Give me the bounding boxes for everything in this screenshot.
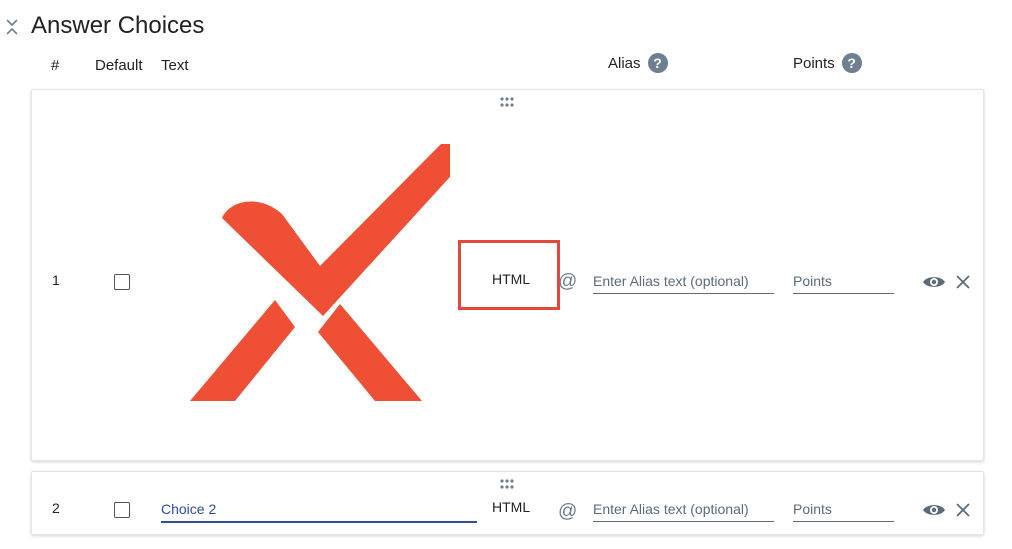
choice-number: 1 [52, 272, 60, 288]
points-help-icon[interactable]: ? [841, 52, 862, 73]
at-icon: @ [558, 271, 578, 292]
html-toggle-label[interactable]: HTML [492, 271, 530, 287]
choice-number: 2 [52, 500, 60, 516]
column-header-points-label: Points [793, 55, 835, 72]
close-icon[interactable] [956, 275, 970, 289]
html-toggle-label[interactable]: HTML [492, 499, 530, 515]
column-header-default: Default [95, 57, 143, 74]
close-icon[interactable] [956, 503, 970, 517]
column-header-number: # [51, 57, 60, 74]
default-checkbox[interactable] [114, 274, 130, 290]
column-header-alias: Alias? [608, 52, 668, 73]
alias-help-icon[interactable]: ? [647, 52, 668, 73]
collapse-chevron-icon[interactable] [4, 17, 20, 37]
drag-handle-icon[interactable] [499, 96, 515, 108]
at-icon: @ [558, 501, 578, 522]
eye-icon[interactable] [922, 502, 946, 518]
section-title: Answer Choices [31, 12, 205, 39]
alias-input[interactable] [593, 268, 774, 294]
points-input[interactable] [793, 496, 894, 522]
default-checkbox[interactable] [114, 502, 130, 518]
drag-handle-icon[interactable] [499, 478, 515, 490]
points-input[interactable] [793, 268, 894, 294]
column-header-points: Points? [793, 52, 862, 73]
column-header-alias-label: Alias [608, 55, 641, 72]
answer-choice-row-2: 2 HTML @ [31, 471, 984, 535]
qualtrics-xm-logo-image [190, 144, 450, 401]
choice-text-input[interactable] [161, 497, 477, 523]
alias-input[interactable] [593, 496, 774, 522]
eye-icon[interactable] [922, 274, 946, 290]
column-header-text: Text [161, 57, 189, 74]
answer-choice-row-1: 1 HTML @ [31, 89, 984, 461]
